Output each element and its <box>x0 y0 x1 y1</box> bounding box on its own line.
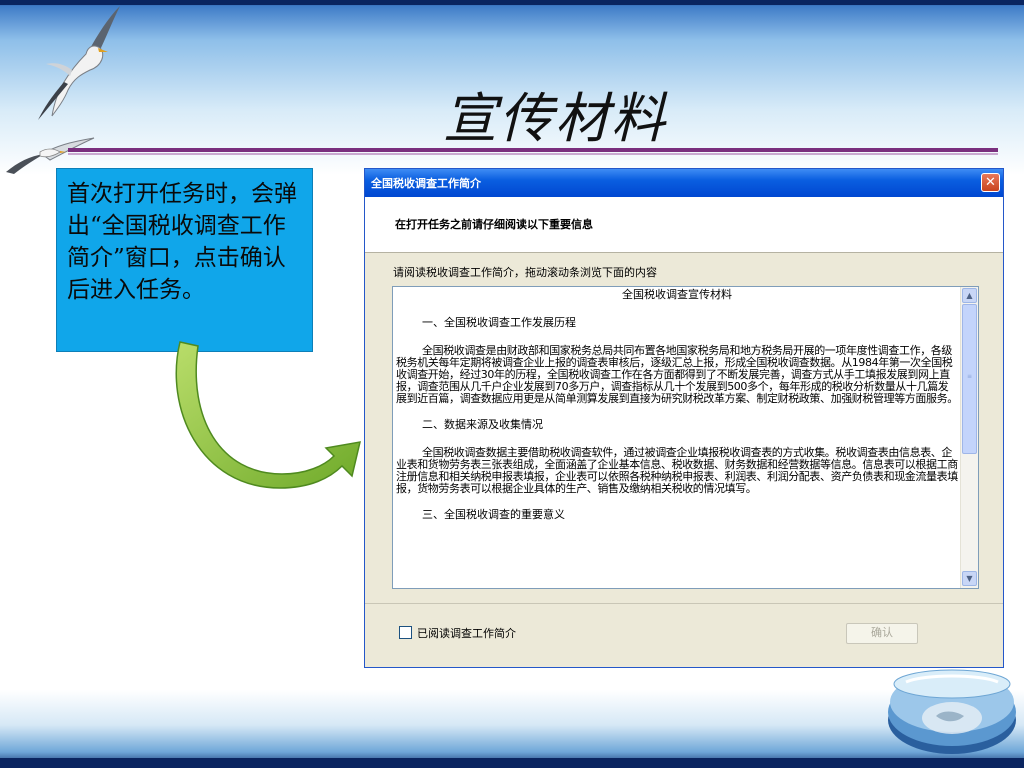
document-viewer[interactable]: 全国税收调查宣传材料 一、全国税收调查工作发展历程 全国税收调查是由财政部和国家… <box>392 286 979 589</box>
dialog-header: 在打开任务之前请仔细阅读以下重要信息 <box>365 197 1003 253</box>
slide-title: 宣传材料 <box>443 87 667 150</box>
dialog-instruction: 请阅读税收调查工作简介，拖动滚动条浏览下面的内容 <box>393 267 657 279</box>
globe-icon <box>888 669 1016 754</box>
grip-icon: ≡ <box>967 373 973 380</box>
paragraph-1: 全国税收调查是由财政部和国家税务总局共同布置各地国家税务局和地方税务局开展的一项… <box>396 344 958 405</box>
dialog-title: 全国税收调查工作简介 <box>371 178 481 190</box>
title-underline-accent <box>68 153 998 155</box>
scroll-up-icon[interactable]: ▲ <box>962 288 977 303</box>
curved-arrow-icon <box>175 341 361 489</box>
confirm-button[interactable]: 确认 <box>846 623 918 644</box>
read-checkbox-label[interactable]: 已阅读调查工作简介 <box>417 625 516 641</box>
dialog-titlebar[interactable]: 全国税收调查工作简介 ✕ <box>365 169 1003 197</box>
document-title: 全国税收调查宣传材料 <box>622 288 732 301</box>
dialog-divider <box>365 603 1003 604</box>
section-heading-1: 一、全国税收调查工作发展历程 <box>422 316 576 329</box>
close-icon[interactable]: ✕ <box>981 173 1000 192</box>
vertical-scrollbar[interactable]: ▲ ≡ ▼ <box>960 287 978 588</box>
intro-dialog: 全国税收调查工作简介 ✕ 在打开任务之前请仔细阅读以下重要信息 请阅读税收调查工… <box>364 168 1004 668</box>
section-heading-3: 三、全国税收调查的重要意义 <box>422 508 565 521</box>
callout-box: 首次打开任务时，会弹出“全国税收调查工作简介”窗口，点击确认后进入任务。 <box>56 168 313 352</box>
top-band <box>0 0 1024 5</box>
bottom-band <box>0 758 1024 768</box>
scrollbar-thumb[interactable]: ≡ <box>962 304 977 454</box>
section-heading-2: 二、数据来源及收集情况 <box>422 418 543 431</box>
title-underline <box>68 148 998 152</box>
read-checkbox[interactable] <box>399 626 412 639</box>
document-content: 全国税收调查宣传材料 一、全国税收调查工作发展历程 全国税收调查是由财政部和国家… <box>396 289 958 537</box>
paragraph-2: 全国税收调查数据主要借助税收调查软件，通过被调查企业填报税收调查表的方式收集。税… <box>396 446 958 495</box>
scroll-down-icon[interactable]: ▼ <box>962 571 977 586</box>
dialog-header-text: 在打开任务之前请仔细阅读以下重要信息 <box>395 219 593 231</box>
